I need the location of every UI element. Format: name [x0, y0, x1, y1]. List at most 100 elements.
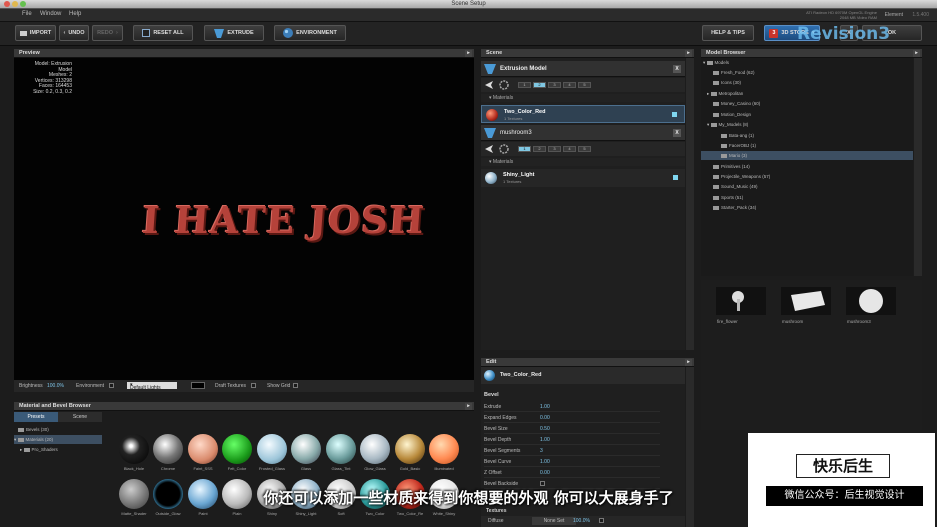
param-value[interactable]: 1.00	[540, 402, 550, 412]
gear-icon[interactable]	[499, 144, 509, 154]
environment-checkbox[interactable]	[109, 383, 114, 388]
tree-item[interactable]: ▾ My_Models (8)	[707, 120, 748, 129]
group-button[interactable]: 4	[563, 82, 576, 88]
tab-scene[interactable]: Scene	[58, 412, 102, 422]
expand-icon[interactable]: ▸	[913, 50, 920, 57]
draft-textures-checkbox[interactable]	[251, 383, 256, 388]
3d-text-model[interactable]: I HATE JOSH	[140, 198, 426, 242]
tree-item[interactable]: Sports (51)	[713, 193, 743, 202]
diffuse-texture-slot[interactable]: None Set	[532, 517, 576, 525]
scene-model-extrusion[interactable]: Extrusion Model X	[481, 61, 685, 77]
undo-button[interactable]: ‹ UNDO	[59, 25, 89, 41]
diffuse-percent[interactable]: 100.0%	[573, 518, 590, 524]
arrow-tool-icon[interactable]	[485, 81, 493, 89]
group-button[interactable]: 1	[518, 82, 531, 88]
menu-file[interactable]: File	[22, 11, 32, 17]
arrow-tool-icon[interactable]	[485, 145, 493, 153]
tree-item[interactable]: Bata-ang (1)	[721, 131, 754, 140]
tree-item[interactable]: Projectile_Weapons (57)	[713, 172, 770, 181]
diffuse-row[interactable]: Diffuse None Set 100.0%	[481, 516, 685, 527]
edit-row[interactable]: Bevel Curve 1.00	[484, 457, 660, 467]
group-button[interactable]: 3	[548, 146, 561, 152]
tree-item[interactable]: Motion_Design	[713, 110, 751, 119]
expand-icon[interactable]: ▸	[685, 359, 692, 366]
model-thumb-mushroom[interactable]	[781, 287, 831, 315]
tab-presets[interactable]: Presets	[14, 412, 58, 422]
show-grid-checkbox[interactable]	[293, 383, 298, 388]
swatch-faint-sss[interactable]	[188, 434, 218, 464]
tree-item[interactable]: Sound_Music (49)	[713, 182, 758, 191]
redo-button[interactable]: REDO ›	[92, 25, 123, 41]
model-tree-scrollbar[interactable]	[914, 58, 922, 276]
group-button[interactable]: 5	[578, 82, 591, 88]
param-value[interactable]: 0.50	[540, 424, 550, 434]
tree-item[interactable]: Bevels (30)	[18, 425, 49, 434]
swatch-frosted-glass[interactable]	[257, 434, 287, 464]
expand-icon[interactable]: ▸	[685, 50, 692, 57]
tree-item[interactable]: Primitives (14)	[713, 162, 750, 171]
reset-all-button[interactable]: RESET ALL	[133, 25, 193, 41]
param-value[interactable]: 3	[540, 446, 543, 456]
swatch-glow-glass[interactable]	[360, 434, 390, 464]
group-button[interactable]: 4	[563, 146, 576, 152]
gear-icon[interactable]	[499, 80, 509, 90]
tree-item[interactable]: Starter_Pack (34)	[713, 203, 756, 212]
edit-row[interactable]: Expand Edges 0.00	[484, 413, 660, 423]
group-button[interactable]: 2	[533, 146, 546, 152]
lights-dropdown[interactable]: Default Lights ▾	[127, 382, 177, 391]
tree-item[interactable]: Fresh_Food (62)	[713, 68, 755, 77]
preview-viewport[interactable]: Model: Extrusion Model Meshes: 2 Vertice…	[14, 58, 474, 380]
edit-row[interactable]: Bevel Depth 1.00	[484, 435, 660, 445]
bevel-backside-checkbox[interactable]	[540, 481, 545, 486]
remove-model-button[interactable]: X	[673, 129, 681, 137]
tree-item[interactable]: Icons (30)	[713, 78, 741, 87]
model-thumb-mushroom3[interactable]	[846, 287, 896, 315]
brightness-value[interactable]: 100.0%	[47, 383, 64, 389]
tree-item-selected[interactable]: Mario (3)	[701, 151, 913, 160]
material-shiny-light[interactable]: Shiny_Light 1 Textures	[481, 169, 685, 187]
extrude-button[interactable]: EXTRUDE	[204, 25, 264, 41]
swatch-glass[interactable]	[291, 434, 321, 464]
tree-item[interactable]: FacerOBJ (1)	[721, 141, 756, 150]
draft-textures-label: Draft Textures	[215, 383, 247, 389]
edit-row[interactable]: Bevel Segments 3	[484, 446, 660, 456]
group-button[interactable]: 5	[578, 146, 591, 152]
swatch-glass-tint[interactable]	[326, 434, 356, 464]
model-thumb-fire-flower[interactable]	[716, 287, 766, 315]
group-button[interactable]: 3	[548, 82, 561, 88]
edit-row[interactable]: Bevel Size 0.50	[484, 424, 660, 434]
group-button[interactable]: 2	[533, 82, 546, 88]
swatch-gold-basic[interactable]	[395, 434, 425, 464]
remove-model-button[interactable]: X	[673, 65, 681, 73]
param-value[interactable]: 0.00	[540, 468, 550, 478]
scene-model-mushroom3[interactable]: mushroom3 X	[481, 125, 685, 141]
expand-icon[interactable]: ▸	[465, 403, 472, 410]
edit-row[interactable]: Extrude 1.00	[484, 402, 660, 412]
param-value[interactable]: 0.00	[540, 413, 550, 423]
edit-row[interactable]: Z Offset 0.00	[484, 468, 660, 478]
import-button[interactable]: IMPORT	[15, 25, 56, 41]
tree-item[interactable]: ▸ Metropolitan	[707, 89, 743, 98]
tree-item-selected[interactable]: ▾ Materials (20)	[14, 435, 102, 444]
diffuse-checkbox[interactable]	[599, 518, 604, 523]
swatch-black-hole[interactable]	[119, 434, 149, 464]
swatch-chrome[interactable]	[153, 434, 183, 464]
swatch-illuminated[interactable]	[429, 434, 459, 464]
menu-help[interactable]: Help	[69, 11, 81, 17]
brightness-label: Brightness	[19, 383, 43, 389]
group-button[interactable]: 1	[518, 146, 531, 152]
tree-item[interactable]: ▸ Pro_Shaders	[20, 445, 58, 454]
scene-scrollbar[interactable]	[686, 58, 694, 350]
swatch-felt-color[interactable]	[222, 434, 252, 464]
watermark-box: 快乐后生 微信公众号：后生视觉设计	[748, 433, 935, 527]
color-swatch[interactable]	[191, 382, 205, 389]
material-two-color-red[interactable]: Two_Color_Red 1 Textures	[481, 105, 685, 123]
param-value[interactable]: 1.00	[540, 457, 550, 467]
menu-window[interactable]: Window	[40, 11, 61, 17]
tree-item[interactable]: Money_Casino (60)	[713, 99, 760, 108]
help-tips-button[interactable]: HELP & TIPS	[702, 25, 754, 41]
tree-item[interactable]: ▾ Models	[703, 58, 729, 67]
expand-icon[interactable]: ▸	[465, 50, 472, 57]
environment-button[interactable]: ENVIRONMENT	[274, 25, 346, 41]
param-value[interactable]: 1.00	[540, 435, 550, 445]
